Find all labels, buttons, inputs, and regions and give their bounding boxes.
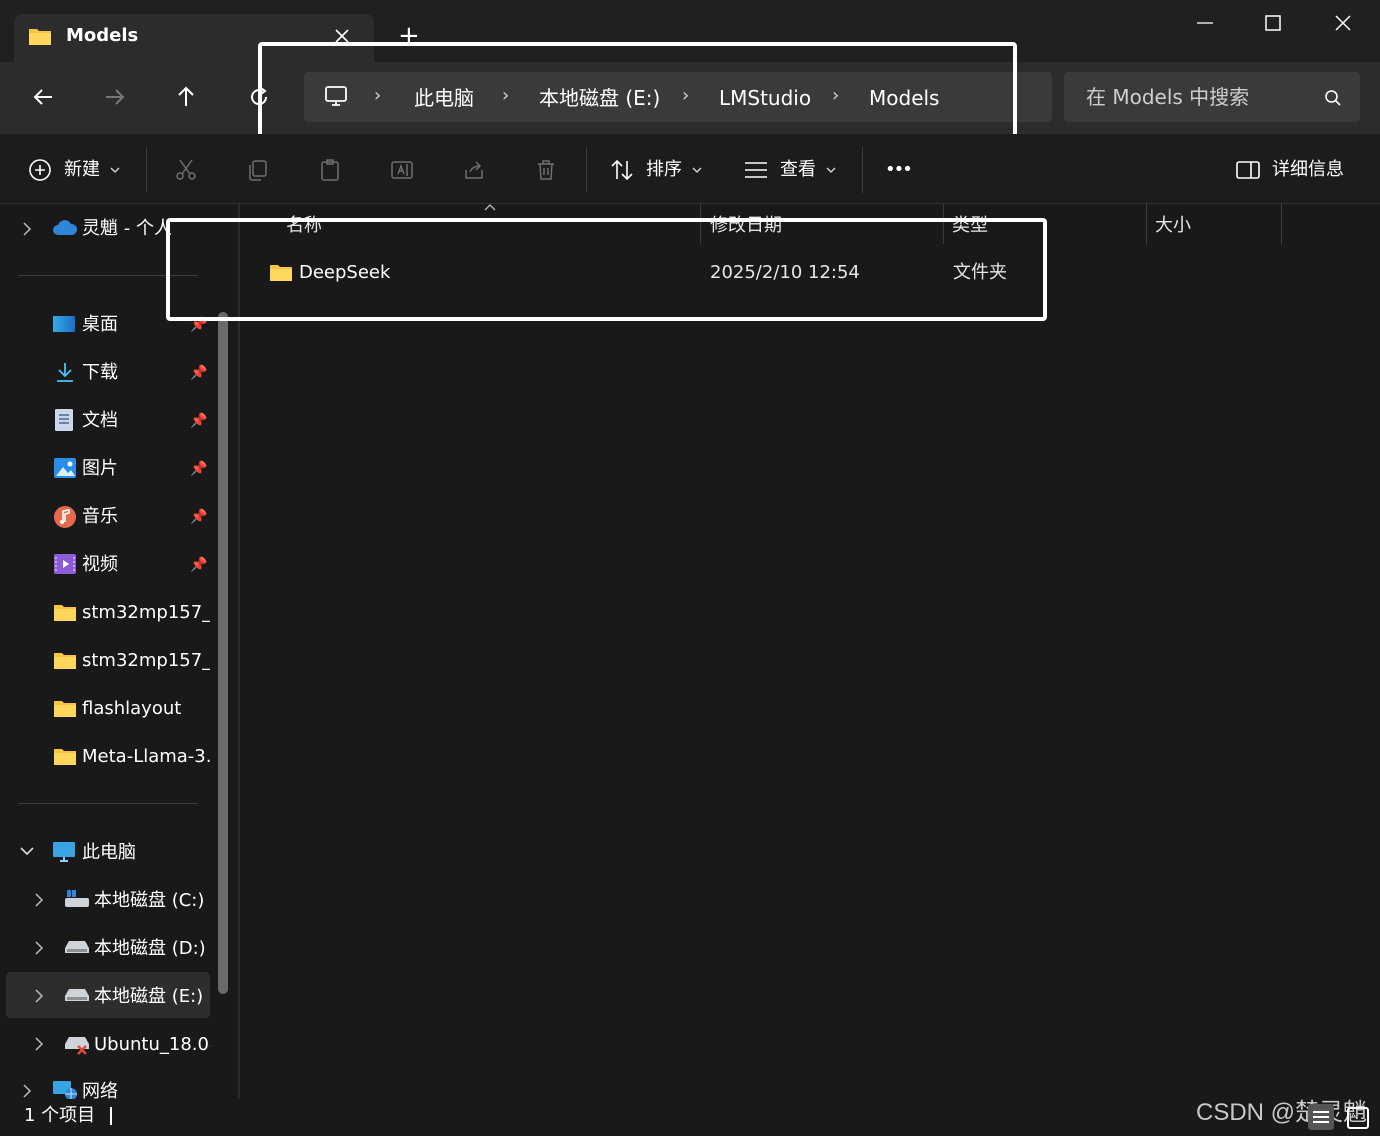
command-bar [0, 134, 1380, 204]
status-bar [0, 1099, 1380, 1136]
sort-icon[interactable] [610, 158, 634, 182]
video-icon [53, 553, 77, 575]
sort-button[interactable]: 排序 [646, 158, 682, 182]
view-icon[interactable] [744, 160, 768, 180]
folder-icon [53, 746, 77, 766]
chevron-down-icon[interactable] [20, 846, 34, 856]
rename-icon[interactable] [390, 158, 414, 182]
sidebar-folder-item[interactable]: stm32mp157_l [82, 649, 210, 673]
sidebar-item-music[interactable]: 音乐 [82, 505, 118, 529]
folder-icon [53, 602, 77, 622]
chevron-right-icon[interactable] [34, 941, 44, 955]
share-icon[interactable] [462, 158, 486, 182]
more-options-button[interactable]: ••• [885, 158, 913, 182]
pin-icon[interactable]: 📌 [190, 413, 207, 429]
column-divider[interactable] [1281, 204, 1282, 244]
disconnected-drive-icon [64, 1033, 90, 1055]
chevron-down-icon[interactable] [110, 166, 120, 174]
highlight-address-annotation [258, 42, 1017, 142]
details-pane-icon[interactable] [1236, 160, 1260, 180]
up-arrow-icon[interactable] [175, 85, 197, 107]
paste-icon[interactable] [318, 158, 342, 182]
sidebar-drive-e[interactable]: 本地磁盘 (E:) [94, 985, 203, 1009]
chevron-right-icon[interactable] [22, 1084, 32, 1098]
desktop-icon [52, 314, 76, 334]
back-arrow-icon[interactable] [32, 86, 54, 108]
folder-icon [53, 650, 77, 670]
details-view-icon[interactable] [1306, 1102, 1336, 1132]
delete-icon[interactable] [534, 158, 558, 182]
folder-icon [28, 26, 52, 46]
pin-icon[interactable]: 📌 [190, 461, 207, 477]
download-icon [54, 361, 76, 383]
copy-icon[interactable] [246, 158, 270, 182]
tiles-view-icon[interactable] [1344, 1102, 1374, 1132]
sidebar-drive-ubuntu[interactable]: Ubuntu_18.04 [94, 1033, 210, 1057]
chevron-right-icon[interactable] [34, 989, 44, 1003]
sidebar-drive-d[interactable]: 本地磁盘 (D:) [94, 937, 206, 961]
chevron-right-icon[interactable] [34, 893, 44, 907]
sidebar-scrollbar[interactable] [218, 312, 228, 994]
onedrive-cloud-icon [52, 219, 78, 237]
sidebar-folder-item[interactable]: Meta-Llama-3. [82, 745, 210, 769]
sidebar-item-onedrive[interactable]: 灵魈 - 个人 [82, 217, 172, 241]
drive-icon [64, 939, 90, 955]
chevron-right-icon[interactable] [34, 1037, 44, 1051]
view-button[interactable]: 查看 [780, 158, 816, 182]
close-window-icon[interactable] [1334, 14, 1352, 32]
folder-icon [53, 698, 77, 718]
sidebar-item-this-pc[interactable]: 此电脑 [82, 841, 136, 865]
column-header-size[interactable]: 大小 [1155, 214, 1191, 238]
chevron-right-icon[interactable] [22, 222, 32, 236]
pictures-icon [53, 457, 77, 479]
highlight-file-annotation [166, 218, 1047, 321]
forward-arrow-icon[interactable] [104, 86, 126, 108]
column-divider[interactable] [1146, 204, 1147, 244]
sidebar-item-pictures[interactable]: 图片 [82, 457, 118, 481]
sidebar-item-desktop[interactable]: 桌面 [82, 313, 118, 337]
music-icon [53, 505, 77, 529]
tab-title: Models [66, 25, 139, 46]
sidebar-item-downloads[interactable]: 下载 [82, 361, 118, 385]
sidebar-divider [18, 803, 198, 804]
status-separator [110, 1107, 112, 1125]
toolbar-divider [586, 147, 587, 193]
toolbar-divider [146, 147, 147, 193]
cut-icon[interactable] [174, 158, 198, 182]
pane-divider[interactable] [238, 204, 240, 1099]
new-button[interactable]: 新建 [64, 158, 100, 182]
pin-icon[interactable]: 📌 [190, 557, 207, 573]
sort-ascending-indicator-icon [484, 204, 496, 212]
computer-icon [52, 841, 76, 863]
network-icon [52, 1080, 78, 1100]
chevron-down-icon[interactable] [692, 166, 702, 174]
drive-icon [64, 987, 90, 1003]
sidebar-item-documents[interactable]: 文档 [82, 409, 118, 433]
minimize-icon[interactable] [1196, 14, 1214, 32]
maximize-icon[interactable] [1264, 14, 1282, 32]
sidebar-folder-item[interactable]: flashlayout [82, 697, 210, 721]
pin-icon[interactable]: 📌 [190, 509, 207, 525]
system-drive-icon [64, 889, 90, 909]
chevron-down-icon[interactable] [826, 166, 836, 174]
toolbar-divider [862, 147, 863, 193]
new-icon[interactable] [28, 158, 52, 182]
sidebar-drive-c[interactable]: 本地磁盘 (C:) [94, 889, 204, 913]
search-icon[interactable] [1324, 89, 1342, 107]
sidebar-folder-item[interactable]: stm32mp157_u [82, 601, 210, 625]
pin-icon[interactable]: 📌 [190, 365, 207, 381]
details-button[interactable]: 详细信息 [1272, 158, 1344, 182]
search-placeholder[interactable]: 在 Models 中搜索 [1086, 84, 1249, 110]
sidebar-item-videos[interactable]: 视频 [82, 553, 118, 577]
watermark: CSDN @楚灵魈 [1196, 1099, 1368, 1126]
document-icon [54, 408, 74, 432]
item-count: 1 个项目 [24, 1105, 96, 1126]
